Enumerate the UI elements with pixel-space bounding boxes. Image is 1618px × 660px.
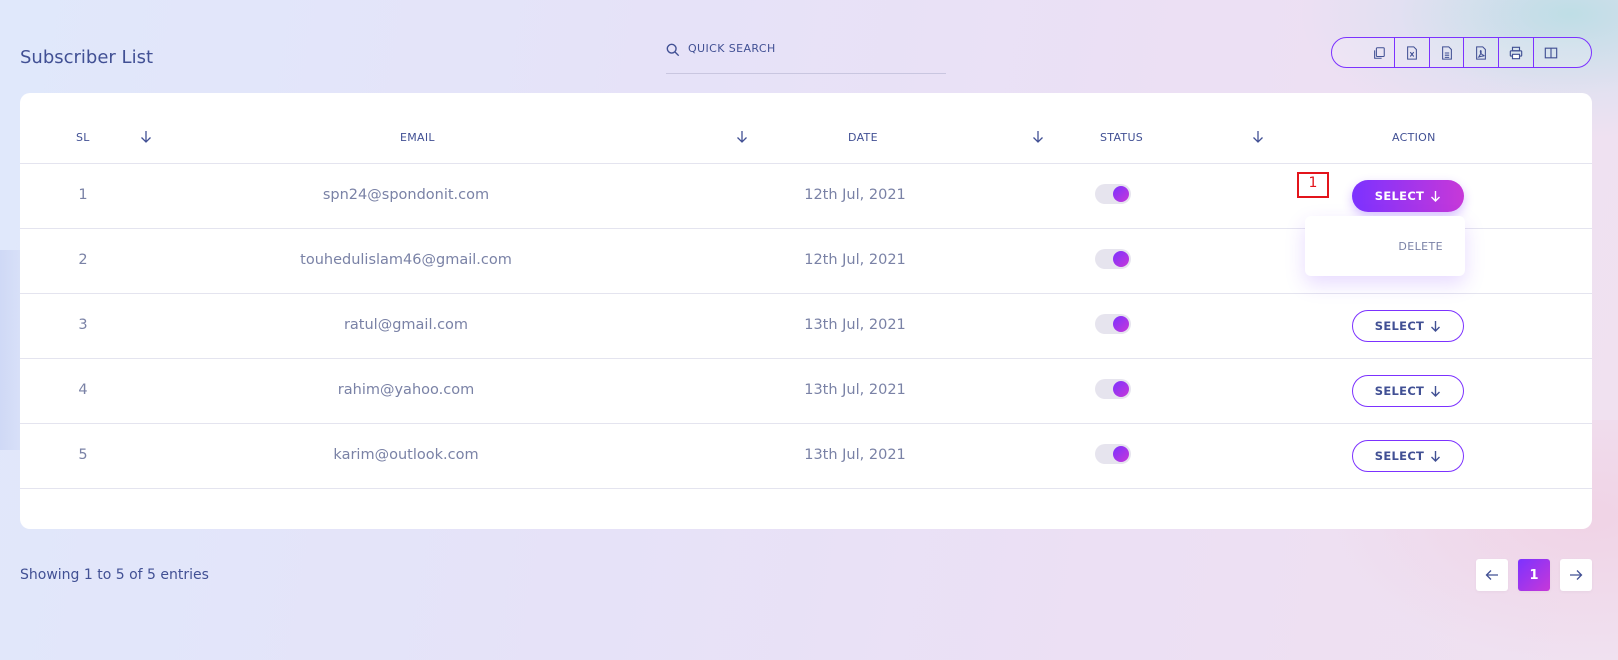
toggle-knob xyxy=(1113,316,1129,332)
excel-export-button[interactable] xyxy=(1395,38,1430,67)
column-visibility-icon xyxy=(1544,47,1558,58)
csv-icon xyxy=(1441,45,1452,60)
status-toggle[interactable] xyxy=(1095,379,1131,399)
toggle-knob xyxy=(1113,186,1129,202)
pdf-icon xyxy=(1476,45,1487,60)
excel-icon xyxy=(1406,45,1417,60)
sort-arrow-icon[interactable] xyxy=(1252,130,1264,143)
status-toggle[interactable] xyxy=(1095,444,1131,464)
print-button[interactable] xyxy=(1499,38,1534,67)
row-sl: 1 xyxy=(78,187,88,203)
column-header-date[interactable]: DATE xyxy=(848,131,878,144)
row-date: 13th Jul, 2021 xyxy=(804,382,906,398)
copy-button[interactable] xyxy=(1332,38,1395,67)
select-action-button[interactable]: SELECT xyxy=(1352,180,1464,212)
row-email: spn24@spondonit.com xyxy=(322,187,490,203)
subscriber-table-card: SL EMAIL DATE STATUS ACTION 1 spn24@spon… xyxy=(20,93,1592,529)
row-date: 12th Jul, 2021 xyxy=(804,252,906,268)
row-date: 13th Jul, 2021 xyxy=(804,447,906,463)
select-button-label: SELECT xyxy=(1374,189,1425,203)
entries-info: Showing 1 to 5 of 5 entries xyxy=(20,567,209,583)
row-email: ratul@gmail.com xyxy=(343,317,469,333)
column-header-status[interactable]: STATUS xyxy=(1100,131,1143,144)
select-button-label: SELECT xyxy=(1374,319,1425,333)
sort-arrow-icon[interactable] xyxy=(736,130,748,143)
table-row: 4 rahim@yahoo.com 13th Jul, 2021 SELECT xyxy=(20,359,1592,424)
arrow-down-icon xyxy=(1431,321,1441,332)
search-input[interactable] xyxy=(688,42,928,55)
column-header-sl[interactable]: SL xyxy=(76,131,90,144)
row-date: 12th Jul, 2021 xyxy=(804,187,906,203)
select-action-button[interactable]: SELECT xyxy=(1352,440,1464,472)
annotation-marker: 1 xyxy=(1297,172,1329,198)
table-row: 5 karim@outlook.com 13th Jul, 2021 SELEC… xyxy=(20,424,1592,489)
row-sl: 5 xyxy=(78,447,88,463)
toggle-knob xyxy=(1113,446,1129,462)
table-header: SL EMAIL DATE STATUS ACTION xyxy=(20,93,1592,164)
toggle-knob xyxy=(1113,381,1129,397)
column-header-email[interactable]: EMAIL xyxy=(400,131,435,144)
pdf-export-button[interactable] xyxy=(1464,38,1500,67)
column-header-action: ACTION xyxy=(1392,131,1436,144)
status-toggle[interactable] xyxy=(1095,184,1131,204)
select-action-button[interactable]: SELECT xyxy=(1352,310,1464,342)
arrow-left-icon xyxy=(1485,570,1498,580)
arrow-right-icon xyxy=(1570,570,1583,580)
page-title: Subscriber List xyxy=(20,47,154,68)
select-button-label: SELECT xyxy=(1374,384,1425,398)
print-icon xyxy=(1509,46,1523,59)
page-button-1[interactable]: 1 xyxy=(1518,559,1550,591)
column-visibility-button[interactable] xyxy=(1534,38,1591,67)
sort-arrow-icon[interactable] xyxy=(140,130,152,143)
csv-export-button[interactable] xyxy=(1430,38,1465,67)
pagination: 1 xyxy=(1476,559,1592,591)
arrow-down-icon xyxy=(1431,386,1441,397)
select-action-button[interactable]: SELECT xyxy=(1352,375,1464,407)
row-sl: 4 xyxy=(78,382,88,398)
status-toggle[interactable] xyxy=(1095,314,1131,334)
table-row: 3 ratul@gmail.com 13th Jul, 2021 SELECT xyxy=(20,294,1592,359)
select-button-label: SELECT xyxy=(1374,449,1425,463)
action-dropdown-menu: DELETE xyxy=(1305,216,1465,276)
status-toggle[interactable] xyxy=(1095,249,1131,269)
row-date: 13th Jul, 2021 xyxy=(804,317,906,333)
delete-menu-item[interactable]: DELETE xyxy=(1398,240,1443,253)
search-icon xyxy=(666,43,680,57)
previous-page-button[interactable] xyxy=(1476,559,1508,591)
next-page-button[interactable] xyxy=(1560,559,1592,591)
row-email: rahim@yahoo.com xyxy=(337,382,475,398)
quick-search xyxy=(666,38,946,74)
row-sl: 2 xyxy=(78,252,88,268)
row-email: touhedulislam46@gmail.com xyxy=(300,252,512,268)
copy-icon xyxy=(1374,46,1385,59)
arrow-down-icon xyxy=(1431,451,1441,462)
row-sl: 3 xyxy=(78,317,88,333)
toggle-knob xyxy=(1113,251,1129,267)
export-button-group xyxy=(1331,37,1592,68)
sort-arrow-icon[interactable] xyxy=(1032,130,1044,143)
row-email: karim@outlook.com xyxy=(333,447,479,463)
arrow-down-icon xyxy=(1431,191,1441,202)
